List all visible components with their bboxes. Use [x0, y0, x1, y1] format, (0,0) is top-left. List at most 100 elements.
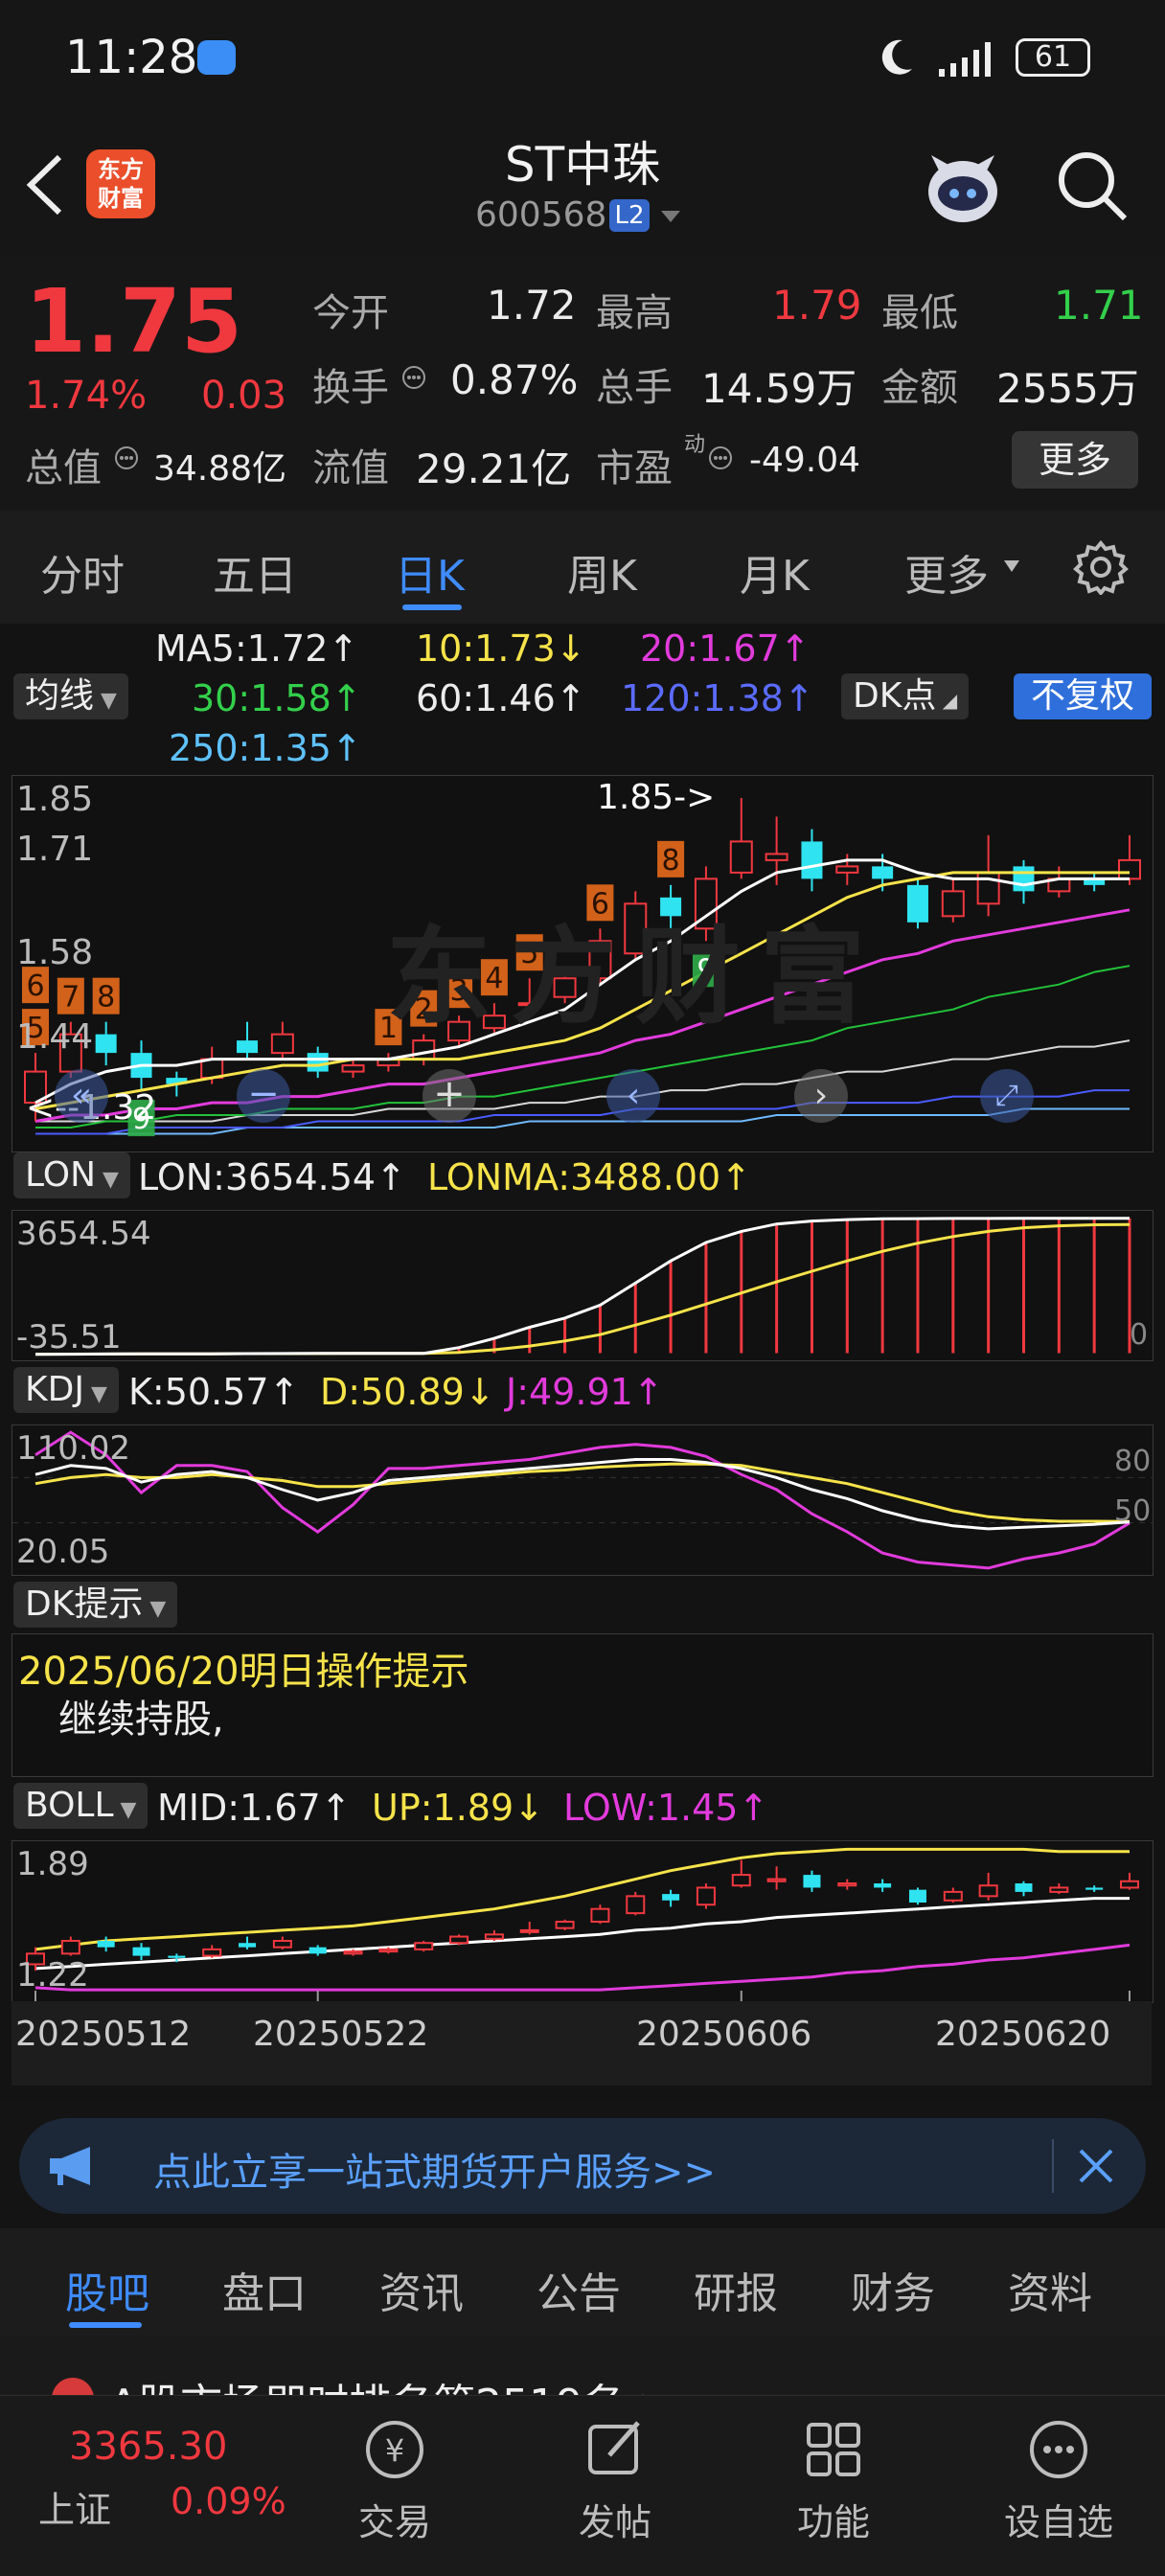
- info-tabs: 股吧 盘口 资讯 公告 研报 财务 资料: [0, 2228, 1165, 2336]
- boll-mid-value: MID:1.67↑: [157, 1787, 352, 1829]
- index-name[interactable]: 上证: [38, 2480, 111, 2533]
- dropdown-icon: ▼: [94, 689, 117, 713]
- info-icon[interactable]: [707, 445, 734, 471]
- function-button[interactable]: 功能: [776, 2415, 891, 2545]
- boll-candle-body: [239, 1943, 257, 1948]
- zoom-in-icon[interactable]: +: [423, 1069, 476, 1123]
- lon-line: [34, 1217, 1130, 1356]
- post-button[interactable]: 发帖: [558, 2415, 673, 2545]
- boll-candle-body: [343, 1950, 363, 1955]
- kline-candle-body: [872, 866, 894, 879]
- lon-selector[interactable]: LON ▼: [13, 1152, 130, 1198]
- tab-monthly-k[interactable]: 月K: [740, 541, 810, 603]
- settings-gear-icon[interactable]: [1073, 539, 1129, 597]
- pan-left-icon[interactable]: ‹: [606, 1069, 660, 1123]
- tab-pankou[interactable]: 盘口: [222, 2259, 307, 2320]
- pan-right-icon[interactable]: ›: [794, 1069, 848, 1123]
- ranking-peek[interactable]: A股市场即时排名第2519名 >: [0, 2336, 1165, 2395]
- stock-code: 600568: [475, 195, 607, 235]
- index-change[interactable]: 0.09%: [171, 2480, 286, 2522]
- kline-panel[interactable]: 5678912345689 东方财富 1.85 1.71 1.58 1.44 1…: [11, 775, 1154, 1152]
- tab-research[interactable]: 研报: [694, 2259, 778, 2320]
- robot-assistant-icon[interactable]: [920, 144, 1006, 230]
- lon-selector-label: LON: [25, 1155, 97, 1195]
- adjust-mode-button[interactable]: 不复权: [1014, 673, 1152, 719]
- ma120-line: [35, 1089, 1130, 1135]
- trade-button[interactable]: ¥ 交易: [337, 2415, 452, 2545]
- more-quote-button[interactable]: 更多: [1012, 431, 1138, 489]
- info-icon[interactable]: [400, 364, 427, 391]
- lon-panel[interactable]: 3654.54 -35.51 0: [11, 1210, 1154, 1361]
- boll-candle-body: [97, 1941, 115, 1948]
- dk-point-button[interactable]: DK点 ◢: [841, 673, 970, 719]
- boll-candle-body: [943, 1890, 963, 1902]
- boll-candle-body: [696, 1886, 716, 1906]
- pe-value: -49.04: [749, 441, 861, 480]
- dk-tip-selector[interactable]: DK提示 ▼: [13, 1582, 178, 1628]
- turnover-value: 0.87%: [450, 356, 579, 403]
- tab-guba[interactable]: 股吧: [65, 2259, 149, 2320]
- boll-candle-body: [837, 1882, 857, 1887]
- tab-news[interactable]: 资讯: [379, 2259, 464, 2320]
- low-label: 最低: [881, 291, 958, 335]
- dk-tip-selector-label: DK提示: [25, 1584, 144, 1624]
- pe-dynamic-mark: 动: [684, 433, 706, 457]
- kdj-panel[interactable]: 110.02 20.05 80 50: [11, 1425, 1154, 1576]
- kdj-j-line: [34, 1430, 1131, 1570]
- boll-candle-body: [168, 1955, 186, 1958]
- boll-candle-body: [1085, 1887, 1104, 1890]
- volume-value: 14.59万: [701, 365, 857, 412]
- boll-selector[interactable]: BOLL ▼: [13, 1783, 148, 1829]
- kdj-selector[interactable]: KDJ ▼: [13, 1367, 119, 1413]
- kdj-d-value: D:50.89↓: [320, 1371, 495, 1413]
- boll-candle-body: [803, 1875, 821, 1888]
- kdj-ref-50: 50: [1114, 1494, 1152, 1528]
- dropdown-icon: ▼: [143, 1597, 167, 1621]
- index-value[interactable]: 3365.30: [69, 2425, 227, 2469]
- tab-intraday[interactable]: 分时: [40, 541, 125, 603]
- search-icon[interactable]: [1054, 148, 1131, 224]
- lon-chart[interactable]: [12, 1211, 1153, 1360]
- more-dots-icon: [1030, 2421, 1087, 2478]
- jump-start-icon[interactable]: «: [55, 1069, 108, 1123]
- ma-selector[interactable]: 均线 ▼: [13, 673, 128, 719]
- tab-more[interactable]: 更多: [904, 541, 989, 603]
- boll-candle-body: [132, 1947, 150, 1956]
- tab-five-day[interactable]: 五日: [213, 541, 297, 603]
- level2-badge[interactable]: L2: [609, 199, 650, 232]
- kline-candle-body: [765, 853, 788, 861]
- tab-weekly-k[interactable]: 周K: [567, 541, 637, 603]
- change-percent: 1.74%: [25, 374, 148, 418]
- kline-candle-body: [835, 865, 859, 874]
- dropdown-icon: ▼: [83, 1382, 107, 1406]
- ranking-text: A股市场即时排名第2519名 >: [109, 2370, 674, 2395]
- clock: 11:28: [65, 31, 198, 84]
- tab-announcements[interactable]: 公告: [537, 2259, 621, 2320]
- add-watchlist-button[interactable]: 设自选: [996, 2415, 1121, 2545]
- ma20-legend: 20:1.67↑: [640, 627, 811, 670]
- zoom-out-icon[interactable]: −: [237, 1069, 290, 1123]
- tab-profile[interactable]: 资料: [1008, 2259, 1092, 2320]
- svg-text:¥: ¥: [385, 2432, 404, 2469]
- kdj-chart[interactable]: [12, 1425, 1153, 1575]
- lon-zero-label: 0: [1130, 1318, 1149, 1352]
- watermark: 东方财富: [386, 916, 884, 1038]
- close-icon[interactable]: [1077, 2147, 1115, 2185]
- info-icon[interactable]: [113, 445, 140, 471]
- tab-finance[interactable]: 财务: [851, 2259, 935, 2320]
- kdj-ytick-min: 20.05: [16, 1533, 110, 1571]
- active-tab-indicator: [402, 604, 462, 610]
- boll-chart[interactable]: [12, 1841, 1153, 2002]
- futures-ad-banner[interactable]: 点此立享一站式期货开户服务>>: [19, 2118, 1146, 2214]
- dropdown-triangle-icon[interactable]: [659, 207, 682, 226]
- change-amount: 0.03: [201, 374, 287, 418]
- banner-divider: [1052, 2139, 1054, 2193]
- status-bar: 11:28 61: [0, 0, 1165, 115]
- more-chevron-icon[interactable]: [1002, 559, 1021, 574]
- boll-panel[interactable]: 1.89 1.22: [11, 1840, 1154, 2003]
- tab-daily-k[interactable]: 日K: [395, 541, 465, 603]
- battery-icon: 61: [1016, 38, 1090, 77]
- fullscreen-icon[interactable]: ⤢: [980, 1069, 1034, 1123]
- function-label: 功能: [796, 2501, 870, 2543]
- ma10-legend: 10:1.73↓: [416, 627, 586, 670]
